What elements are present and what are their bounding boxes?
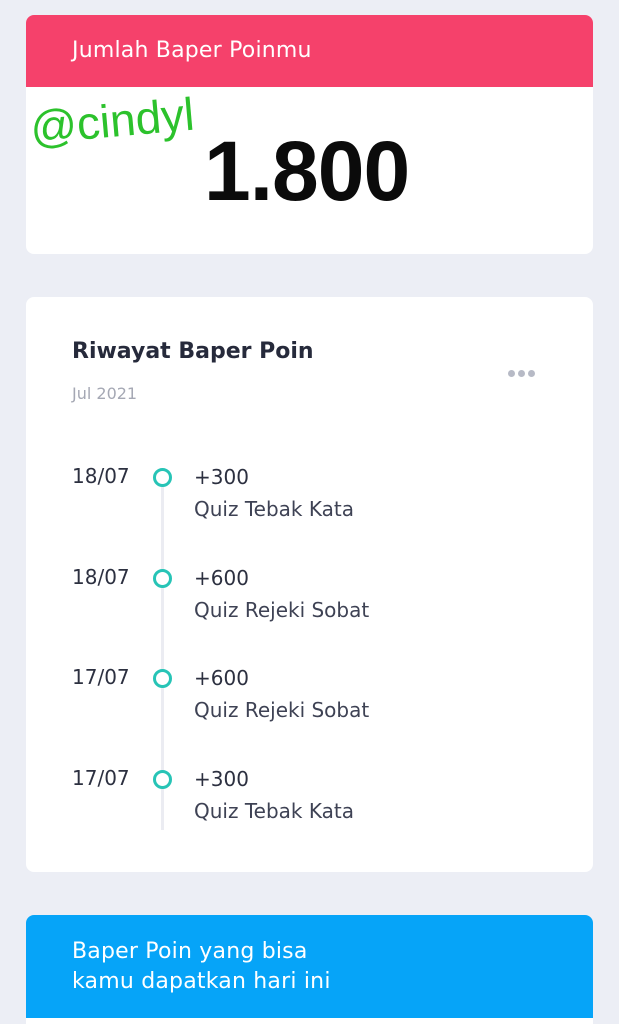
timeline-item: 17/07 +600 Quiz Rejeki Sobat: [26, 665, 593, 735]
total-points-value: 1.800: [204, 124, 410, 218]
history-month: Jul 2021: [72, 384, 138, 403]
timeline-points: +300: [194, 465, 249, 489]
more-horizontal-icon: [507, 369, 515, 377]
timeline-points: +600: [194, 566, 249, 590]
timeline-description: Quiz Rejeki Sobat: [194, 598, 370, 622]
earn-points-header: Baper Poin yang bisa kamu dapatkan hari …: [26, 915, 593, 1018]
timeline-marker-icon: [153, 569, 172, 588]
timeline-date: 17/07: [72, 665, 130, 689]
timeline-description: Quiz Tebak Kata: [194, 497, 354, 521]
timeline-marker-icon: [153, 770, 172, 789]
timeline-item: 18/07 +300 Quiz Tebak Kata: [26, 464, 593, 534]
timeline-description: Quiz Rejeki Sobat: [194, 698, 370, 722]
username-watermark: @cindyl: [28, 87, 197, 154]
timeline-points: +600: [194, 666, 249, 690]
points-card-header: Jumlah Baper Poinmu: [26, 15, 593, 87]
earn-header-line-1: Baper Poin yang bisa: [72, 939, 308, 964]
earn-points-card: Baper Poin yang bisa kamu dapatkan hari …: [26, 915, 593, 1024]
timeline-description: Quiz Tebak Kata: [194, 799, 354, 823]
timeline-points: +300: [194, 767, 249, 791]
points-history-card: Riwayat Baper Poin Jul 2021 18/07 +300 Q…: [26, 297, 593, 872]
points-card: Jumlah Baper Poinmu @cindyl 1.800: [26, 15, 593, 254]
earn-header-line-2: kamu dapatkan hari ini: [72, 969, 331, 994]
timeline-item: 17/07 +300 Quiz Tebak Kata: [26, 766, 593, 836]
timeline-marker-icon: [153, 669, 172, 688]
timeline-date: 17/07: [72, 766, 130, 790]
timeline-date: 18/07: [72, 565, 130, 589]
timeline-item: 18/07 +600 Quiz Rejeki Sobat: [26, 565, 593, 635]
timeline-date: 18/07: [72, 464, 130, 488]
more-options-button[interactable]: [504, 363, 538, 383]
history-title: Riwayat Baper Poin: [72, 339, 314, 364]
timeline-marker-icon: [153, 468, 172, 487]
